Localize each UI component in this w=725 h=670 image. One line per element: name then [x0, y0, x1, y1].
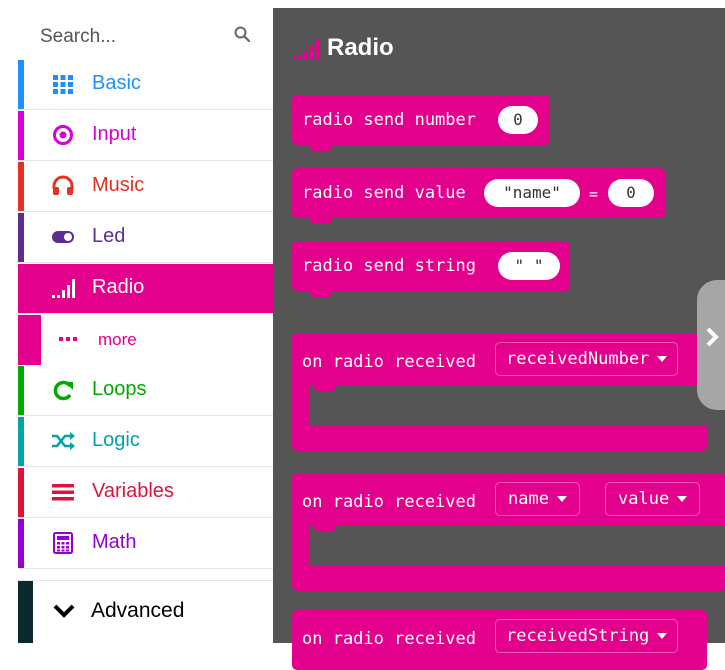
- block-label: on radio received: [302, 352, 476, 372]
- dropdown-arrow-icon: [657, 356, 668, 362]
- toggle-icon: [52, 231, 74, 243]
- block-notch: [314, 385, 336, 391]
- category-label: Radio: [92, 276, 145, 298]
- block-label: on radio received: [302, 629, 476, 649]
- dropdown-arrow-icon: [677, 496, 688, 502]
- block-notch: [314, 525, 336, 531]
- category-radio[interactable]: Radio: [18, 264, 273, 314]
- category-music[interactable]: Music: [18, 162, 273, 212]
- received-number-dropdown[interactable]: receivedNumber: [495, 342, 679, 376]
- flyout-scroll-handle[interactable]: [697, 280, 725, 410]
- signal-bars-icon: [293, 40, 319, 59]
- chevron-down-icon: [53, 604, 75, 618]
- dropdown-value: receivedString: [506, 626, 650, 646]
- category-color-bar: [18, 213, 24, 262]
- search-box[interactable]: Search...: [18, 8, 273, 60]
- block-label: radio send value: [302, 183, 466, 203]
- category-radio-more[interactable]: more: [18, 315, 273, 365]
- flyout-title-text: Radio: [327, 34, 394, 61]
- dropdown-value: name: [508, 489, 549, 509]
- category-math[interactable]: Math: [18, 519, 273, 569]
- category-label: Math: [92, 531, 137, 553]
- loop-arrow-icon: [53, 380, 73, 401]
- category-color-bar: [18, 60, 24, 109]
- category-label: Led: [92, 225, 126, 247]
- block-label: radio send number: [302, 110, 476, 130]
- ellipsis-icon: [59, 337, 77, 341]
- category-label: Loops: [92, 378, 147, 400]
- category-color-bar: [18, 468, 24, 517]
- category-input[interactable]: Input: [18, 111, 273, 161]
- dropdown-value: receivedNumber: [506, 349, 650, 369]
- string-input[interactable]: " ": [498, 252, 560, 280]
- category-variables[interactable]: Variables: [18, 468, 273, 518]
- on-radio-received-name-value-block[interactable]: on radio received name value: [292, 473, 725, 591]
- radio-send-string-block[interactable]: radio send string " ": [292, 241, 570, 297]
- radio-send-value-block[interactable]: radio send value "name" = 0: [292, 168, 665, 224]
- category-color-bar: [18, 366, 24, 415]
- block-notch: [310, 145, 332, 151]
- on-radio-received-string-block[interactable]: on radio received receivedString: [292, 610, 707, 670]
- value-dropdown[interactable]: value: [605, 482, 701, 516]
- category-color-bar: [18, 162, 24, 211]
- category-label: Variables: [92, 480, 174, 502]
- chevron-right-icon: [706, 327, 719, 347]
- target-icon: [53, 125, 73, 145]
- category-loops[interactable]: Loops: [18, 366, 273, 416]
- block-notch: [310, 218, 332, 224]
- category-color-bar: [18, 315, 41, 365]
- category-label: Input: [92, 123, 137, 145]
- block-label: radio send string: [302, 256, 476, 276]
- dropdown-arrow-icon: [556, 496, 567, 502]
- radio-send-number-block[interactable]: radio send number 0: [292, 95, 550, 151]
- category-color-bar: [18, 519, 24, 568]
- category-color-bar: [18, 417, 24, 466]
- block-flyout: Radio radio send number 0 radio send val…: [273, 8, 725, 670]
- grid-icon: [53, 75, 73, 94]
- category-label: Basic: [92, 72, 141, 94]
- equals-label: =: [589, 185, 599, 203]
- advanced-label: Advanced: [91, 599, 185, 622]
- shuffle-icon: [52, 432, 75, 450]
- category-label: more: [98, 330, 137, 349]
- category-led[interactable]: Led: [18, 213, 273, 263]
- calculator-icon: [53, 532, 73, 554]
- dropdown-arrow-icon: [657, 633, 668, 639]
- list-lines-icon: [52, 484, 74, 501]
- headphones-icon: [52, 175, 74, 195]
- category-logic[interactable]: Logic: [18, 417, 273, 467]
- search-input[interactable]: Search...: [40, 26, 116, 48]
- value-number-input[interactable]: 0: [608, 179, 654, 207]
- toolbox: Search... Basic Input Music Led Radio mo…: [18, 8, 273, 643]
- name-string-input[interactable]: "name": [484, 179, 580, 207]
- statement-slot: [310, 525, 725, 565]
- search-icon[interactable]: [234, 26, 250, 42]
- block-label: on radio received: [302, 492, 476, 512]
- toolbox-gutter: [0, 0, 18, 643]
- category-label: Music: [92, 174, 145, 196]
- statement-slot: [310, 385, 707, 425]
- received-string-dropdown[interactable]: receivedString: [495, 619, 679, 653]
- block-notch: [310, 291, 332, 297]
- number-input[interactable]: 0: [498, 106, 538, 134]
- name-dropdown[interactable]: name: [495, 482, 580, 516]
- signal-bars-icon: [52, 279, 75, 298]
- category-color-bar: [18, 111, 24, 160]
- category-color-bar: [18, 581, 33, 643]
- category-basic[interactable]: Basic: [18, 60, 273, 110]
- category-label: Logic: [92, 429, 140, 451]
- dropdown-value: value: [618, 489, 670, 509]
- on-radio-received-number-block[interactable]: on radio received receivedNumber: [292, 333, 707, 451]
- advanced-toggle[interactable]: Advanced: [18, 580, 273, 643]
